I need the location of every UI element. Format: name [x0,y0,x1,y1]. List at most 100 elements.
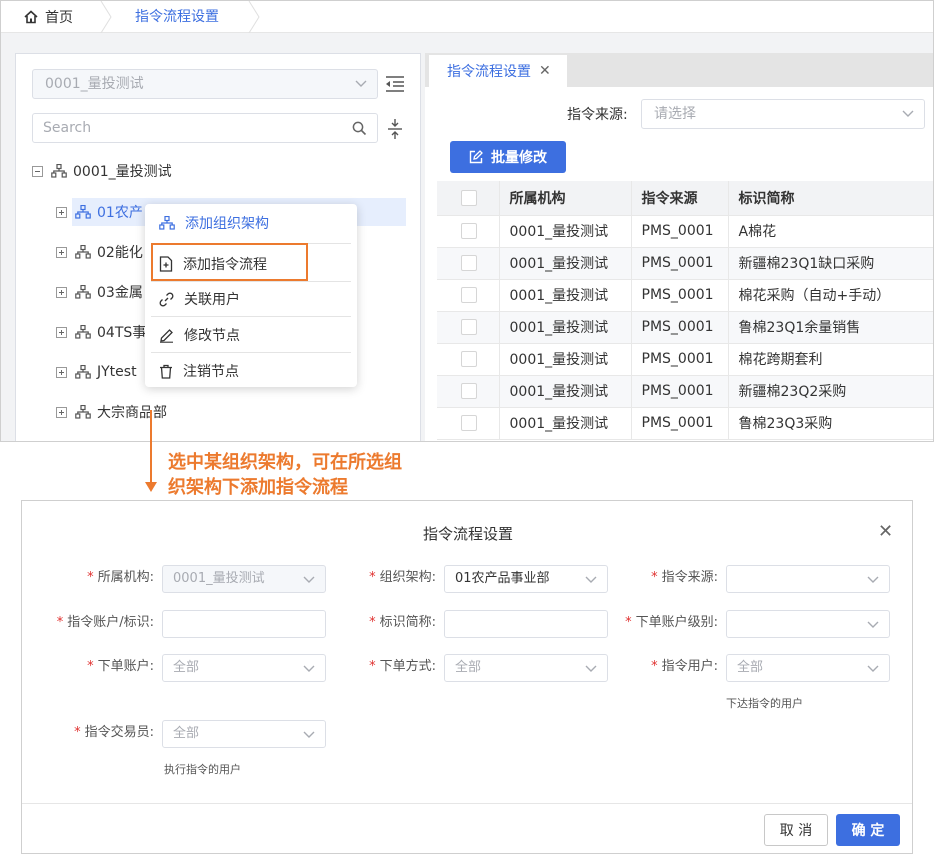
cancel-button[interactable]: 取 消 [764,814,828,846]
source-field[interactable] [726,565,890,593]
table-row[interactable]: 0001_量投测试 PMS_0001 鲁棉23Q1余量销售 [437,311,933,344]
table-row[interactable]: 0001_量投测试 PMS_0001 新疆棉23Q1缺口采购 [437,247,933,280]
order-level-field[interactable] [726,610,890,638]
cmd-user-field[interactable]: 全部 [726,654,890,682]
menu-item-add-org[interactable]: 添加组织架构 [145,205,357,241]
org-select[interactable]: 0001_量投测试 [32,69,378,99]
tree-node-child[interactable]: 03金属 [56,278,143,306]
cell-short-name: A棉花 [728,215,933,248]
structure-field[interactable]: 01农产品事业部 [444,565,608,593]
tree-node-child[interactable]: 04TS事 [56,318,146,346]
menu-item-delete-node[interactable]: 注销节点 [145,353,357,389]
account-input[interactable] [162,610,326,638]
cell-org: 0001_量投测试 [499,279,632,312]
select-all-checkbox[interactable] [461,189,477,206]
row-checkbox[interactable] [461,383,477,399]
dialog-title: 指令流程设置 [422,525,513,543]
row-checkbox[interactable] [461,223,477,239]
tree-node-child[interactable]: JYtest [56,358,137,386]
row-select-cell [437,343,500,376]
field-label-account: * 指令账户/标识: [34,614,154,632]
table-row[interactable]: 0001_量投测试 PMS_0001 鲁棉23Q3采购 [437,407,933,440]
highlight-box [151,243,308,281]
field-label-org: * 所属机构: [62,569,154,587]
short-name-input[interactable] [444,610,608,638]
cell-short-name: 鲁棉23Q1余量销售 [728,311,933,344]
breadcrumb-current[interactable]: 指令流程设置 [135,7,219,27]
expand-toggle-icon[interactable] [56,406,67,418]
structure-field-value: 01农产品事业部 [455,571,550,586]
tree-node-child[interactable]: 01农产 [56,198,143,226]
tree-search[interactable] [32,113,378,143]
trader-field[interactable]: 全部 [162,720,326,748]
row-checkbox[interactable] [461,319,477,335]
order-account-placeholder: 全部 [173,660,200,675]
expand-toggle-icon[interactable] [56,366,67,378]
org-structure-icon [75,285,91,299]
source-filter-placeholder: 请选择 [654,106,696,122]
org-structure-icon [75,205,91,219]
row-checkbox[interactable] [461,255,477,271]
row-select-cell [437,247,500,280]
confirm-button[interactable]: 确 定 [836,814,900,846]
field-label-text: 指令来源: [661,570,718,585]
chevron-down-icon [303,731,315,738]
row-checkbox[interactable] [461,287,477,303]
order-method-field[interactable]: 全部 [444,654,608,682]
field-label-text: 下单账户: [97,659,154,674]
field-label-text: 指令交易员: [84,725,154,740]
cell-org: 0001_量投测试 [499,247,632,280]
order-account-field[interactable]: 全部 [162,654,326,682]
tree-node-label: 04TS事 [97,325,147,341]
org-field[interactable]: 0001_量投测试 [162,565,326,593]
required-mark: * [87,659,94,674]
annotation-line: 织架构下添加指令流程 [168,477,348,498]
column-header-source: 指令来源 [631,181,729,216]
tab-flow-settings[interactable]: 指令流程设置 ✕ [429,55,567,87]
batch-edit-button[interactable]: 批量修改 [450,141,566,173]
tree-search-input[interactable] [33,114,333,142]
table-row[interactable]: 0001_量投测试 PMS_0001 A棉花 [437,215,933,248]
field-label-cmd-user: * 指令用户: [626,658,718,676]
search-icon[interactable] [352,121,367,136]
menu-item-label: 注销节点 [183,364,239,380]
edit-icon [469,150,483,164]
breadcrumb-home[interactable]: 首页 [23,7,73,27]
field-label-text: 指令用户: [661,659,718,674]
dialog-footer-divider [22,803,912,804]
menu-item-link-user[interactable]: 关联用户 [145,281,357,317]
collapse-toggle-icon[interactable] [32,165,43,177]
table-row[interactable]: 0001_量投测试 PMS_0001 新疆棉23Q2采购 [437,375,933,408]
close-icon[interactable]: ✕ [539,63,551,79]
menu-item-label: 修改节点 [184,328,240,344]
expand-toggle-icon[interactable] [56,326,67,338]
row-checkbox[interactable] [461,351,477,367]
close-icon[interactable]: ✕ [878,523,893,541]
expand-toggle-icon[interactable] [56,206,67,218]
cell-short-name: 棉花采购（自动+手动） [728,279,933,312]
expand-toggle-icon[interactable] [56,286,67,298]
expand-all-icon[interactable] [386,118,404,140]
annotation-arrow [150,410,152,486]
table-row[interactable]: 0001_量投测试 PMS_0001 棉花采购（自动+手动） [437,279,933,312]
menu-item-edit-node[interactable]: 修改节点 [145,317,357,353]
expand-toggle-icon[interactable] [56,246,67,258]
source-filter-select[interactable]: 请选择 [641,99,925,129]
chevron-down-icon [902,110,914,117]
cell-source: PMS_0001 [631,375,729,408]
menu-item-label: 关联用户 [184,292,240,308]
required-mark: * [625,615,632,630]
tree-node-child[interactable]: 02能化 [56,238,143,266]
table-row[interactable]: 0001_量投测试 PMS_0001 棉花跨期套利 [437,343,933,376]
source-filter-label: 指令来源: [567,107,628,123]
cell-source: PMS_0001 [631,215,729,248]
org-structure-icon [75,245,91,259]
org-field-value: 0001_量投测试 [173,571,265,586]
collapse-panel-icon[interactable] [384,74,406,94]
column-header-org: 所属机构 [499,181,632,216]
arrow-down-icon [145,482,157,492]
field-label-order-level: * 下单账户级别: [606,614,718,632]
row-checkbox[interactable] [461,415,477,431]
tree-node-root[interactable]: 0001_量投测试 [32,157,172,185]
pencil-icon [160,328,173,343]
